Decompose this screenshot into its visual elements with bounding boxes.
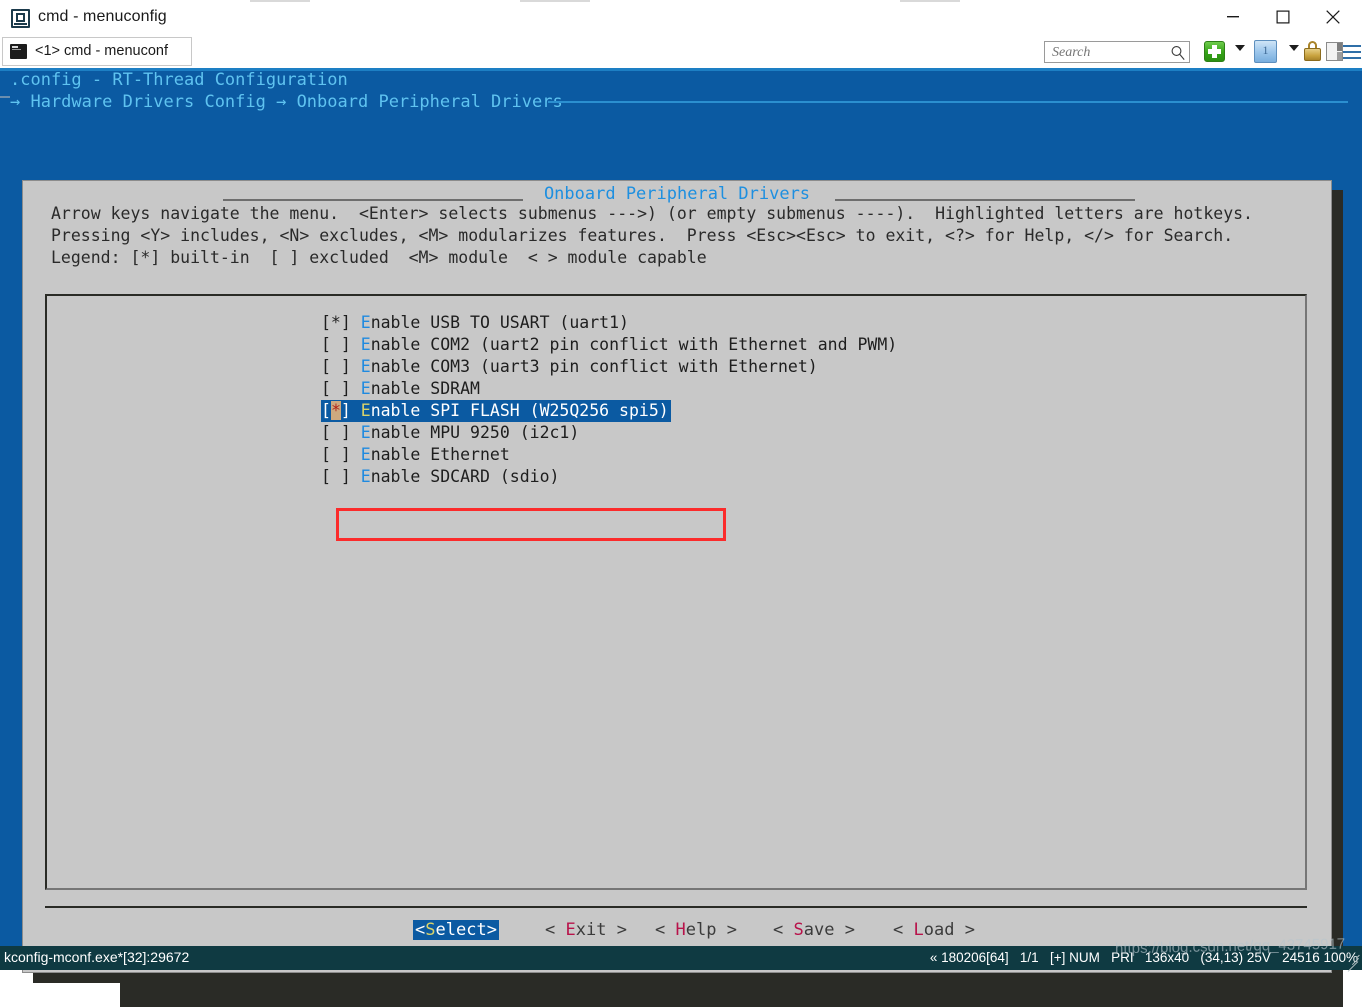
lock-button[interactable] bbox=[1304, 40, 1322, 64]
bracket-close: > bbox=[716, 920, 737, 940]
menu-item-state: [ ] bbox=[321, 379, 361, 398]
checkbox-close: ] bbox=[340, 401, 361, 420]
menu-item-hotkey: E bbox=[360, 379, 371, 398]
search-icon bbox=[1170, 45, 1186, 66]
menu-item-state: [ ] bbox=[321, 467, 361, 486]
menu-item-hotkey: E bbox=[360, 335, 371, 354]
menu-item-label: nable SDCARD (sdio) bbox=[370, 467, 560, 486]
tab-label: <1> cmd - menuconf bbox=[35, 43, 168, 59]
help-line: Pressing <Y> includes, <N> excludes, <M>… bbox=[51, 226, 1234, 245]
menu-item-hotkey: E bbox=[360, 401, 371, 420]
menu-item-label: nable SDRAM bbox=[370, 379, 480, 398]
session-button[interactable]: 1 bbox=[1254, 40, 1278, 64]
menu-item[interactable]: [ ] Enable SDCARD (sdio) bbox=[321, 466, 897, 488]
search-input[interactable] bbox=[1050, 43, 1164, 63]
dialog-title: Onboard Peripheral Drivers bbox=[543, 184, 811, 204]
bracket-open: < bbox=[415, 920, 426, 940]
annotation-highlight-box bbox=[336, 508, 726, 541]
resize-grip[interactable] bbox=[1344, 953, 1360, 972]
menu-item-hotkey: E bbox=[360, 467, 371, 486]
button-label: elect bbox=[435, 920, 487, 940]
menu-item[interactable]: [*] Enable SPI FLASH (W25Q256 spi5) bbox=[321, 400, 671, 422]
terminal-icon bbox=[10, 44, 27, 59]
menu-listbox[interactable]: [*] Enable USB TO USART (uart1)[ ] Enabl… bbox=[45, 294, 1307, 890]
button-label: oad bbox=[923, 920, 955, 940]
cursor-block: * bbox=[330, 401, 341, 420]
menu-item-state: [ ] bbox=[321, 357, 361, 376]
button-exit[interactable]: < Exit > bbox=[545, 920, 627, 940]
button-save[interactable]: < Save > bbox=[773, 920, 855, 940]
bracket-open: < bbox=[545, 920, 566, 940]
bracket-open: < bbox=[893, 920, 914, 940]
bracket-open: < bbox=[773, 920, 794, 940]
status-process: kconfig-mconf.exe*[32]:29672 bbox=[4, 949, 190, 965]
new-tab-button[interactable] bbox=[1204, 40, 1226, 64]
menu-item-state: [*] bbox=[321, 313, 361, 332]
maximize-button[interactable] bbox=[1260, 0, 1306, 34]
breadcrumb-rule bbox=[548, 101, 1348, 103]
button-hotkey: L bbox=[913, 920, 924, 940]
menu-item-hotkey: E bbox=[360, 313, 371, 332]
split-pane-icon bbox=[1326, 42, 1343, 61]
new-tab-chevron-down-icon[interactable] bbox=[1235, 45, 1245, 51]
button-help[interactable]: < Help > bbox=[655, 920, 737, 940]
menu-item-state: [ ] bbox=[321, 335, 361, 354]
button-label: xit bbox=[575, 920, 607, 940]
menu-button[interactable] bbox=[1342, 40, 1362, 64]
button-hotkey: S bbox=[425, 920, 436, 940]
menu-item[interactable]: [ ] Enable COM2 (uart2 pin conflict with… bbox=[321, 334, 897, 356]
button-select[interactable]: <Select> bbox=[413, 920, 499, 940]
bracket-close: > bbox=[954, 920, 975, 940]
bracket-close: > bbox=[606, 920, 627, 940]
menu-item-label: nable SPI FLASH (W25Q256 spi5) bbox=[370, 401, 669, 420]
menu-item-label: nable Ethernet bbox=[370, 445, 510, 464]
tab-cmd-menuconf[interactable]: <1> cmd - menuconf bbox=[2, 37, 192, 66]
menu-item-state: [ ] bbox=[321, 423, 361, 442]
checkbox-open: [ bbox=[321, 401, 331, 420]
menu-item-list: [*] Enable USB TO USART (uart1)[ ] Enabl… bbox=[321, 312, 897, 488]
menu-item[interactable]: [ ] Enable Ethernet bbox=[321, 444, 897, 466]
menu-item-label: nable USB TO USART (uart1) bbox=[370, 313, 629, 332]
blue-one-icon: 1 bbox=[1254, 40, 1277, 63]
button-hotkey: E bbox=[565, 920, 576, 940]
help-line: Legend: [*] built-in [ ] excluded <M> mo… bbox=[51, 248, 707, 267]
minimize-button[interactable] bbox=[1210, 0, 1256, 34]
cmd-menuconfig-window: cmd - menuconfig <1> cmd - menuconf Sear… bbox=[0, 0, 1362, 1007]
window-title: cmd - menuconfig bbox=[38, 8, 167, 25]
bracket-close: > bbox=[486, 920, 497, 940]
menuconfig-dialog: Onboard Peripheral Drivers Arrow keys na… bbox=[22, 180, 1332, 973]
config-header-line: .config - RT-Thread Configuration bbox=[10, 70, 348, 90]
menu-item-label: nable MPU 9250 (i2c1) bbox=[370, 423, 580, 442]
button-label: ave bbox=[803, 920, 835, 940]
bracket-open: < bbox=[655, 920, 676, 940]
menu-item[interactable]: [ ] Enable MPU 9250 (i2c1) bbox=[321, 422, 897, 444]
button-hotkey: S bbox=[793, 920, 804, 940]
menu-item-label: nable COM3 (uart3 pin conflict with Ethe… bbox=[370, 357, 818, 376]
window-titlebar: cmd - menuconfig bbox=[0, 0, 1362, 36]
console-area: .config - RT-Thread Configuration → Hard… bbox=[0, 68, 1362, 1007]
button-label: elp bbox=[685, 920, 717, 940]
close-button[interactable] bbox=[1310, 0, 1356, 34]
search-box[interactable] bbox=[1044, 41, 1190, 63]
tab-strip: <1> cmd - menuconf 1 bbox=[0, 36, 1362, 68]
menu-item-label: nable COM2 (uart2 pin conflict with Ethe… bbox=[370, 335, 898, 354]
help-line: Arrow keys navigate the menu. <Enter> se… bbox=[51, 204, 1253, 223]
menu-item-hotkey: E bbox=[360, 445, 371, 464]
menu-item[interactable]: [*] Enable USB TO USART (uart1) bbox=[321, 312, 897, 334]
menu-item[interactable]: [ ] Enable COM3 (uart3 pin conflict with… bbox=[321, 356, 897, 378]
menu-item[interactable]: [ ] Enable SDRAM bbox=[321, 378, 897, 400]
menu-item-hotkey: E bbox=[360, 357, 371, 376]
breadcrumb: → Hardware Drivers Config → Onboard Peri… bbox=[10, 92, 563, 112]
menu-item-state: [ ] bbox=[321, 445, 361, 464]
bracket-close: > bbox=[834, 920, 855, 940]
console-window-icon bbox=[11, 9, 30, 28]
button-load[interactable]: < Load > bbox=[893, 920, 975, 940]
button-hotkey: H bbox=[675, 920, 686, 940]
green-plus-icon bbox=[1204, 41, 1225, 62]
session-chevron-down-icon[interactable] bbox=[1289, 45, 1299, 51]
menu-item-hotkey: E bbox=[360, 423, 371, 442]
help-text: Arrow keys navigate the menu. <Enter> se… bbox=[51, 203, 1253, 269]
